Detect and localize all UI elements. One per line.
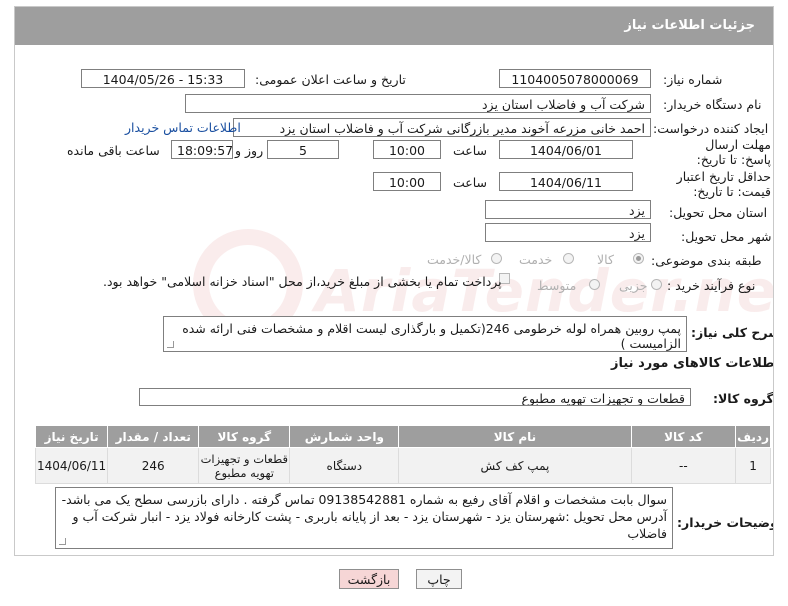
- need-number-field: 1104005078000069: [499, 69, 651, 88]
- items-table-header: ردیف کد کالا نام کالا واحد شمارش گروه کا…: [34, 425, 771, 448]
- price-validity-label-text: حداقل تاریخ اعتبار قیمت: تا تاریخ:: [676, 169, 771, 199]
- remaining-time-field: 18:09:57: [171, 140, 233, 159]
- price-validity-date-field: 1404/06/11: [499, 172, 633, 191]
- deadline-days-field: 5: [267, 140, 339, 159]
- resize-handle-icon[interactable]: [167, 341, 174, 348]
- category-label: طبقه بندی موضوعی:: [651, 253, 762, 268]
- resize-handle-icon[interactable]: [59, 538, 66, 545]
- panel-title: جزئیات اطلاعات نیاز: [624, 18, 755, 33]
- panel-header: جزئیات اطلاعات نیاز: [15, 7, 773, 45]
- goods-section-title: اطلاعات کالاهای مورد نیاز: [611, 356, 774, 371]
- process-radio-minor[interactable]: [651, 279, 662, 290]
- process-radio-medium[interactable]: [589, 279, 600, 290]
- description-field: پمپ روبین همراه لوله خرطومی 246(تکمیل و …: [163, 316, 687, 352]
- print-button[interactable]: چاپ: [416, 569, 462, 589]
- announce-datetime-field: 1404/05/26 - 15:33: [81, 69, 245, 88]
- process-option-medium: متوسط: [537, 278, 577, 293]
- cell-row: 1: [735, 447, 771, 484]
- requester-field: احمد خانی مزرعه آخوند مدیر بازرگانی شرکت…: [233, 118, 651, 137]
- cell-code: --: [630, 447, 737, 484]
- category-radio-goods-service[interactable]: [491, 253, 502, 264]
- price-validity-label: حداقل تاریخ اعتبار قیمت: تا تاریخ:: [657, 169, 771, 199]
- city-label: شهر محل تحویل:: [681, 229, 772, 244]
- buyer-notes-field: سوال بابت مشخصات و اقلام آقای رفیع به شم…: [55, 487, 673, 549]
- col-need-date: تاریخ نیاز: [34, 425, 109, 448]
- col-name: نام کالا: [398, 425, 632, 448]
- price-validity-time-field: 10:00: [373, 172, 441, 191]
- province-field: یزد: [485, 200, 651, 219]
- back-button[interactable]: بازگشت: [339, 569, 399, 589]
- col-group: گروه کالا: [198, 425, 291, 448]
- deadline-label-text: مهلت ارسال پاسخ: تا تاریخ:: [696, 137, 771, 167]
- buyer-contact-link[interactable]: اطلاعات تماس خریدار: [125, 120, 241, 135]
- need-number-label: شماره نیاز:: [663, 72, 723, 87]
- requester-label: ایجاد کننده درخواست:: [653, 121, 769, 136]
- category-option-goods-service: کالا/خدمت: [427, 252, 482, 267]
- category-radio-service[interactable]: [563, 253, 574, 264]
- cell-unit: دستگاه: [289, 447, 400, 484]
- category-radio-goods[interactable]: [633, 253, 644, 264]
- treasury-payment-note: پرداخت تمام یا بخشی از مبلغ خرید،از محل …: [103, 274, 502, 289]
- goods-group-label: گروه کالا:: [713, 391, 774, 406]
- deadline-date-field: 1404/06/01: [499, 140, 633, 159]
- buyer-notes-text: سوال بابت مشخصات و اقلام آقای رفیع به شم…: [61, 492, 667, 541]
- deadline-label: مهلت ارسال پاسخ: تا تاریخ:: [673, 137, 771, 167]
- process-label: نوع فرآیند خرید :: [667, 278, 756, 293]
- description-text: پمپ روبین همراه لوله خرطومی 246(تکمیل و …: [182, 321, 681, 351]
- description-label: شرح کلی نیاز:: [691, 325, 774, 340]
- deadline-days-label: روز و: [235, 143, 264, 158]
- col-quantity: تعداد / مقدار: [107, 425, 200, 448]
- province-label: استان محل تحویل:: [669, 205, 768, 220]
- items-table: ردیف کد کالا نام کالا واحد شمارش گروه کا…: [34, 425, 771, 484]
- deadline-time-field: 10:00: [373, 140, 441, 159]
- remaining-time-label: ساعت باقی مانده: [67, 143, 160, 158]
- need-details-panel: جزئیات اطلاعات نیاز AriaTender.net شماره…: [14, 6, 774, 556]
- cell-need-date: 1404/06/11: [34, 447, 109, 484]
- buyer-notes-label: توضیحات خریدار:: [677, 515, 774, 530]
- goods-group-field: قطعات و تجهیزات تهویه مطبوع: [139, 388, 691, 406]
- buyer-org-field: شرکت آب و فاضلاب استان یزد: [185, 94, 651, 113]
- col-code: کد کالا: [630, 425, 737, 448]
- buyer-org-label: نام دستگاه خریدار:: [663, 97, 762, 112]
- cell-quantity: 246: [107, 447, 200, 484]
- category-option-goods: کالا: [597, 252, 614, 267]
- cell-group: قطعات و تجهیزات تهویه مطبوع: [198, 447, 291, 484]
- cell-name: پمپ کف کش: [398, 447, 632, 484]
- announce-datetime-label: تاریخ و ساعت اعلان عمومی:: [255, 72, 406, 87]
- table-row: 1 -- پمپ کف کش دستگاه قطعات و تجهیزات ته…: [34, 447, 771, 484]
- category-option-service: خدمت: [519, 252, 553, 267]
- city-field: یزد: [485, 223, 651, 242]
- process-option-minor: جزیی: [619, 278, 648, 293]
- deadline-time-label: ساعت: [453, 143, 488, 158]
- col-unit: واحد شمارش: [289, 425, 400, 448]
- price-validity-time-label: ساعت: [453, 175, 488, 190]
- col-row: ردیف: [735, 425, 771, 448]
